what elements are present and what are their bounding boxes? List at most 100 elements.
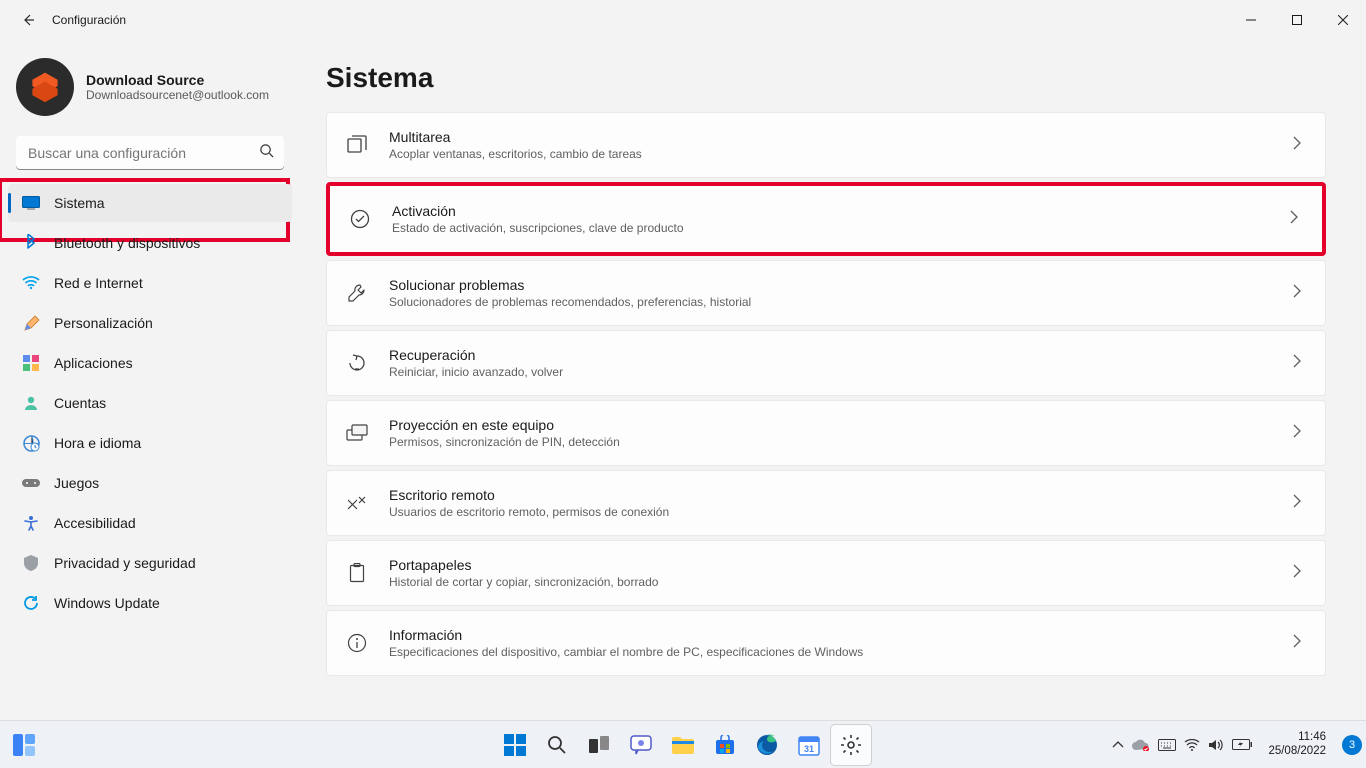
window-controls (1228, 0, 1366, 40)
sidebar-item-red[interactable]: Red e Internet (8, 264, 292, 302)
card-desc: Usuarios de escritorio remoto, permisos … (389, 505, 1293, 519)
content-area: Sistema Multitarea Acoplar ventanas, esc… (300, 40, 1366, 720)
card-portapapeles[interactable]: Portapapeles Historial de cortar y copia… (326, 540, 1326, 606)
card-title: Proyección en este equipo (389, 417, 1293, 433)
card-desc: Reiniciar, inicio avanzado, volver (389, 365, 1293, 379)
taskbar: 31 11:46 25/08/2022 3 (0, 720, 1366, 768)
notification-badge[interactable]: 3 (1342, 735, 1362, 755)
maximize-button[interactable] (1274, 0, 1320, 40)
sidebar-item-hora[interactable]: Hora e idioma (8, 424, 292, 462)
accounts-icon (22, 394, 40, 412)
sidebar-item-label: Juegos (54, 475, 99, 491)
taskbar-edge[interactable] (747, 725, 787, 765)
sidebar-item-sistema[interactable]: Sistema (8, 184, 292, 222)
svg-text:31: 31 (804, 744, 814, 754)
chevron-right-icon (1293, 136, 1301, 155)
sidebar-item-accesibilidad[interactable]: Accesibilidad (8, 504, 292, 542)
taskbar-search[interactable] (537, 725, 577, 765)
clipboard-icon (345, 561, 369, 585)
sidebar-item-label: Windows Update (54, 595, 160, 611)
taskbar-store[interactable] (705, 725, 745, 765)
widgets-button[interactable] (0, 721, 48, 768)
taskbar-time: 11:46 (1268, 731, 1326, 745)
task-view-button[interactable] (579, 725, 619, 765)
tray-volume-icon[interactable] (1208, 738, 1224, 752)
sidebar-item-label: Personalización (54, 315, 153, 331)
chevron-right-icon (1293, 284, 1301, 303)
chevron-right-icon (1290, 210, 1298, 229)
sidebar-item-privacidad[interactable]: Privacidad y seguridad (8, 544, 292, 582)
taskbar-date: 25/08/2022 (1268, 745, 1326, 759)
sidebar: Download Source Downloadsourcenet@outloo… (0, 40, 300, 720)
content-highlight: Activación Estado de activación, suscrip… (326, 182, 1326, 256)
card-informacion[interactable]: Información Especificaciones del disposi… (326, 610, 1326, 676)
accessibility-icon (22, 514, 40, 532)
taskbar-settings[interactable] (831, 725, 871, 765)
tray-chevron-icon[interactable] (1112, 741, 1124, 749)
sidebar-item-personalizacion[interactable]: Personalización (8, 304, 292, 342)
sidebar-item-label: Bluetooth y dispositivos (54, 235, 200, 251)
titlebar: Configuración (0, 0, 1366, 40)
personalization-icon (22, 314, 40, 332)
card-title: Solucionar problemas (389, 277, 1293, 293)
card-desc: Estado de activación, suscripciones, cla… (392, 221, 1290, 235)
card-title: Multitarea (389, 129, 1293, 145)
taskbar-calendar[interactable]: 31 (789, 725, 829, 765)
card-title: Recuperación (389, 347, 1293, 363)
card-desc: Historial de cortar y copiar, sincroniza… (389, 575, 1293, 589)
chevron-right-icon (1293, 354, 1301, 373)
card-title: Activación (392, 203, 1290, 219)
update-icon (22, 594, 40, 612)
minimize-button[interactable] (1228, 0, 1274, 40)
system-tray: 11:46 25/08/2022 3 (1112, 731, 1362, 759)
close-button[interactable] (1320, 0, 1366, 40)
card-escritorio-remoto[interactable]: Escritorio remoto Usuarios de escritorio… (326, 470, 1326, 536)
taskbar-explorer[interactable] (663, 725, 703, 765)
page-title: Sistema (326, 62, 1326, 94)
card-title: Escritorio remoto (389, 487, 1293, 503)
card-desc: Especificaciones del dispositivo, cambia… (389, 645, 1293, 659)
info-icon (345, 631, 369, 655)
settings-list: Multitarea Acoplar ventanas, escritorios… (326, 112, 1326, 676)
card-activacion[interactable]: Activación Estado de activación, suscrip… (330, 186, 1322, 252)
system-icon (22, 194, 40, 212)
card-desc: Solucionadores de problemas recomendados… (389, 295, 1293, 309)
taskbar-clock[interactable]: 11:46 25/08/2022 (1262, 731, 1332, 759)
card-solucionar[interactable]: Solucionar problemas Solucionadores de p… (326, 260, 1326, 326)
tray-keyboard-icon[interactable] (1158, 739, 1176, 751)
card-proyeccion[interactable]: Proyección en este equipo Permisos, sinc… (326, 400, 1326, 466)
card-recuperacion[interactable]: Recuperación Reiniciar, inicio avanzado,… (326, 330, 1326, 396)
card-desc: Acoplar ventanas, escritorios, cambio de… (389, 147, 1293, 161)
avatar (16, 58, 74, 116)
multitasking-icon (345, 133, 369, 157)
sidebar-item-bluetooth[interactable]: Bluetooth y dispositivos (8, 224, 292, 262)
tray-wifi-icon[interactable] (1184, 739, 1200, 751)
sidebar-item-update[interactable]: Windows Update (8, 584, 292, 622)
tray-onedrive-icon[interactable] (1132, 739, 1150, 751)
search-box (16, 136, 284, 170)
projecting-icon (345, 421, 369, 445)
sidebar-item-label: Accesibilidad (54, 515, 136, 531)
card-title: Información (389, 627, 1293, 643)
start-button[interactable] (495, 725, 535, 765)
back-button[interactable] (8, 0, 48, 40)
chevron-right-icon (1293, 494, 1301, 513)
card-multitarea[interactable]: Multitarea Acoplar ventanas, escritorios… (326, 112, 1326, 178)
chevron-right-icon (1293, 424, 1301, 443)
profile-email: Downloadsourcenet@outlook.com (86, 88, 269, 102)
sidebar-item-label: Sistema (54, 195, 105, 211)
profile-block[interactable]: Download Source Downloadsourcenet@outloo… (0, 40, 300, 132)
card-title: Portapapeles (389, 557, 1293, 573)
sidebar-item-aplicaciones[interactable]: Aplicaciones (8, 344, 292, 382)
remote-desktop-icon (345, 491, 369, 515)
taskbar-chat[interactable] (621, 725, 661, 765)
search-input[interactable] (16, 136, 284, 170)
search-icon (259, 143, 274, 163)
privacy-icon (22, 554, 40, 572)
tray-battery-icon[interactable] (1232, 739, 1252, 750)
sidebar-item-label: Cuentas (54, 395, 106, 411)
sidebar-item-cuentas[interactable]: Cuentas (8, 384, 292, 422)
sidebar-item-juegos[interactable]: Juegos (8, 464, 292, 502)
troubleshoot-icon (345, 281, 369, 305)
bluetooth-icon (22, 234, 40, 252)
